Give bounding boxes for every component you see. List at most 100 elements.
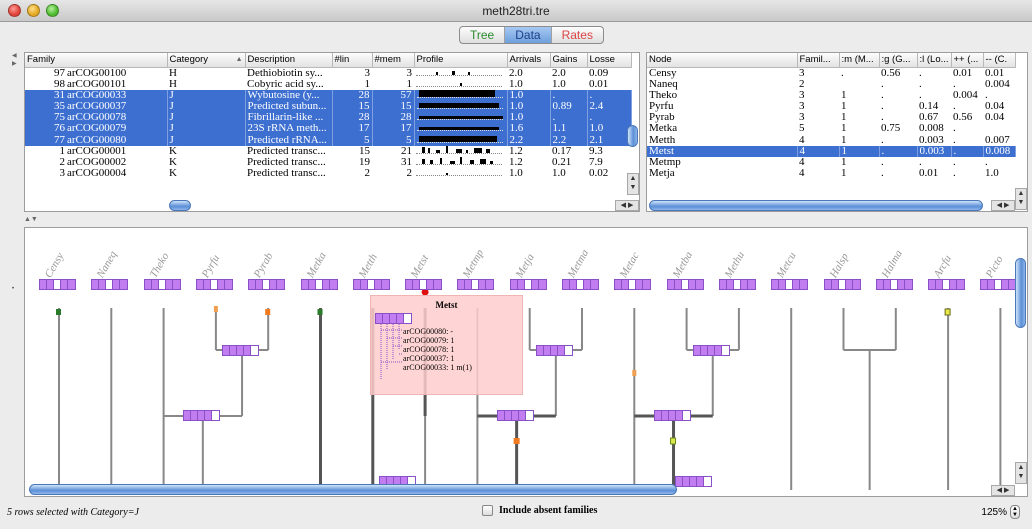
node-box-cell [504,411,512,420]
left-collapse-arrows[interactable]: ◀ ▶ [12,52,17,68]
tree-node-box[interactable] [653,410,691,421]
families-col-header[interactable]: Losse [587,53,632,68]
family-row[interactable]: 3 arCOG00004 K Predicted transc... 2 2 1.0 1.0 0… [25,168,631,179]
nodes-col-header[interactable]: :m (M... [839,53,880,68]
nodes-col-header[interactable]: Famil... [797,53,840,68]
node-value-cell: . [881,134,884,146]
node-box-cell [486,280,494,289]
tree-node-box[interactable] [674,476,712,487]
tree-node-box[interactable] [535,345,573,356]
family-row[interactable]: 98 arCOG00101 H Cobyric acid sy... 1 1 1.0 1.0 0… [25,79,631,90]
node-value-cell: . [953,134,956,146]
tree-vscroll-arrows[interactable]: ▲ ▼ [1015,462,1027,484]
tree-node-box[interactable] [666,279,704,290]
family-index: 97 [54,67,65,79]
profile-cell [414,100,508,113]
node-row[interactable]: Theko 3 1.. 0.004. [647,90,1015,101]
family-row[interactable]: 31 arCOG00033 J Wybutosine (y... 28 57 1.0.. [25,89,632,101]
family-row[interactable]: 75 arCOG00078 J Fibrillarin-like ... 28 28 1.0… [25,112,632,124]
losses-cell: . [587,112,632,124]
tab-data[interactable]: Data [505,27,552,43]
tree-node-box[interactable] [692,345,730,356]
lineages-cell: 19 [359,156,370,168]
nodes-col-header[interactable]: -- (C. [983,53,1016,68]
tree-node-box[interactable] [509,279,547,290]
families-col-header[interactable]: Category ▲ [167,53,246,68]
tab-tree[interactable]: Tree [460,27,506,43]
families-col-header[interactable]: #mem [372,53,415,68]
family-cell: 1 arCOG00001 [25,146,167,157]
nodes-col-header[interactable]: :l (Lo... [917,53,952,68]
tree-node-box[interactable] [614,279,652,290]
node-row[interactable]: Naneq 2... 0.004 [647,79,1015,90]
nodes-hscroll-thumb[interactable] [649,200,983,211]
nodes-col-header[interactable]: Node [647,53,798,68]
family-row[interactable]: 35 arCOG00037 J Predicted subun... 15 15 1.0 0.… [25,100,632,113]
tree-node-box[interactable] [875,279,913,290]
family-row[interactable]: 97 arCOG00100 H Dethiobiotin sy... 3 3 2.0 2.0 0… [25,67,631,79]
nodes-hscroll-arrows[interactable]: ◀ ▶ [991,200,1015,211]
tree-node-box[interactable] [222,345,260,356]
include-absent-checkbox[interactable] [482,505,493,516]
node-row[interactable]: Censy 3. 0.56. 0.01 0.01 [647,67,1015,79]
tree-node-box[interactable] [928,279,966,290]
families-hscroll-arrows[interactable]: ◀ ▶ [615,200,639,211]
family-row[interactable]: 2 arCOG00002 K Predicted transc... 19 31 1.2 0.… [25,157,631,168]
zoom-stepper[interactable]: ▲ ▼ [1010,505,1020,519]
tree-node-box[interactable] [248,279,286,290]
node-row[interactable]: Metst 4 1. 0.003. 0.008 [647,145,1016,157]
tree-node-box[interactable] [771,279,809,290]
family-row[interactable]: 76 arCOG00079 J 23S rRNA meth... 17 17 1.6 1.1 1… [25,123,632,135]
node-row[interactable]: Metja 4 1. 0.01. 1.0 [647,168,1015,179]
nodes-vscroll-arrows[interactable]: ▲ ▼ [1015,188,1027,210]
tree-node-box[interactable] [91,279,129,290]
families-col-header[interactable]: Profile [414,53,508,68]
node-row[interactable]: Metmp 4 1.... [647,157,1015,168]
tree-node-box[interactable] [39,279,76,290]
members-cell: 21 [401,145,412,157]
node-box-cell [988,280,996,289]
node-box-cell [591,280,598,289]
node-row[interactable]: Metth 4 1. 0.003. 0.007 [647,134,1015,145]
tree-node-box[interactable] [195,279,233,290]
profile-bar [422,158,425,164]
node-row[interactable]: Pyrab 3 1. 0.67 0.56 0.04 [647,112,1015,123]
families-vscroll-arrows[interactable]: ▲ ▼ [627,173,639,195]
tree-hscroll-arrows[interactable]: ◀ ▶ [991,485,1015,496]
tab-rates[interactable]: Rates [552,27,603,43]
tree-node-box[interactable] [300,279,338,290]
arrivals-cell: 2.0 [509,67,523,79]
family-row[interactable]: 1 arCOG00001 K Predicted transc... 15 21 1.2 0.… [25,146,631,157]
tree-hscroll-thumb[interactable] [29,484,677,495]
tree-node-box[interactable] [182,410,220,421]
include-absent-toggle[interactable]: Include absent families [482,505,597,516]
families-col-header[interactable]: Arrivals [507,53,551,68]
tree-node-box[interactable] [143,279,181,290]
node-value-cell: 1 [841,123,847,135]
tree-node-box[interactable] [562,279,599,290]
families-col-header[interactable]: Gains [550,53,588,68]
node-box-cell [852,280,860,289]
node-row[interactable]: Pyrfu 3 1. 0.14. 0.04 [647,101,1015,112]
tree-node-box[interactable] [457,279,495,290]
members-cell: 3 [406,67,413,79]
node-box-cell [700,346,708,355]
families-col-header[interactable]: #lin [332,53,373,68]
families-hscroll-thumb[interactable] [169,200,191,211]
nodes-col-header[interactable]: ++ (... [951,53,984,68]
tree-vscroll-thumb[interactable] [1015,258,1026,328]
family-row[interactable]: 77 arCOG00080 J Predicted rRNA... 5 5 2.2 2.2 2.… [25,134,632,146]
families-col-header[interactable]: Description [245,53,333,68]
node-row[interactable]: Metka 5 1 0.75 0.008. [647,123,1015,134]
families-col-header[interactable]: Family [25,53,168,68]
node-value-cell: . [953,123,956,135]
tree-node-box[interactable] [405,279,443,290]
tree-node-box[interactable] [718,279,756,290]
panel-splitter[interactable]: ▲▼ [24,216,1028,224]
nodes-col-header[interactable]: :g (G... [879,53,918,68]
families-vscroll-thumb[interactable] [627,125,638,147]
tree-node-box[interactable] [352,279,390,290]
tree-node-box[interactable] [980,279,1018,290]
tree-node-box[interactable] [823,279,861,290]
tree-node-box[interactable] [496,410,534,421]
